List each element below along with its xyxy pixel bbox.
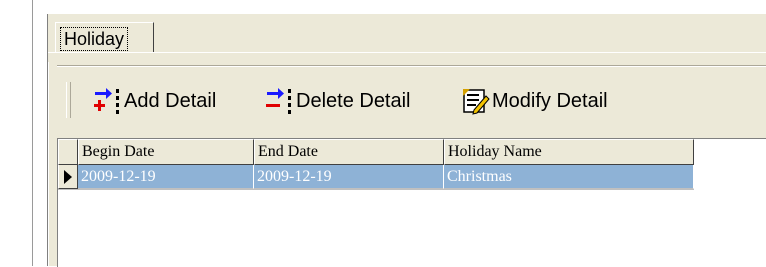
toolbar-border-highlight [57,66,766,67]
cell-end-date[interactable]: 2009-12-19 [254,165,444,189]
cell-begin-date[interactable]: 2009-12-19 [78,165,254,189]
modify-detail-label: Modify Detail [492,89,608,112]
tab-holiday-label: Holiday [60,27,129,51]
add-detail-icon [92,86,122,116]
modify-detail-button[interactable]: Modify Detail [460,82,608,120]
modify-detail-icon [460,86,490,116]
splitter-highlight [33,0,34,266]
tab-underline [48,52,766,53]
delete-detail-icon [264,86,294,116]
column-header-end-date[interactable]: End Date [254,139,444,165]
delete-detail-label: Delete Detail [296,89,411,112]
table-row[interactable]: 2009-12-19 2009-12-19 Christmas [58,165,694,189]
current-row-arrow-icon [64,170,72,184]
cell-holiday-name[interactable]: Christmas [444,165,694,189]
header-corner [58,139,78,165]
grid-header: Begin Date End Date Holiday Name [58,139,694,165]
toolbar-grip[interactable] [66,82,71,118]
row-indicator[interactable] [58,165,78,189]
delete-detail-button[interactable]: Delete Detail [264,82,411,120]
tab-strip [48,14,766,62]
add-detail-label: Add Detail [124,89,217,112]
column-header-begin-date[interactable]: Begin Date [78,139,254,165]
column-header-holiday-name[interactable]: Holiday Name [444,139,694,165]
tab-holiday[interactable]: Holiday [55,22,154,52]
add-detail-button[interactable]: Add Detail [92,82,216,120]
row-divider [58,189,694,190]
